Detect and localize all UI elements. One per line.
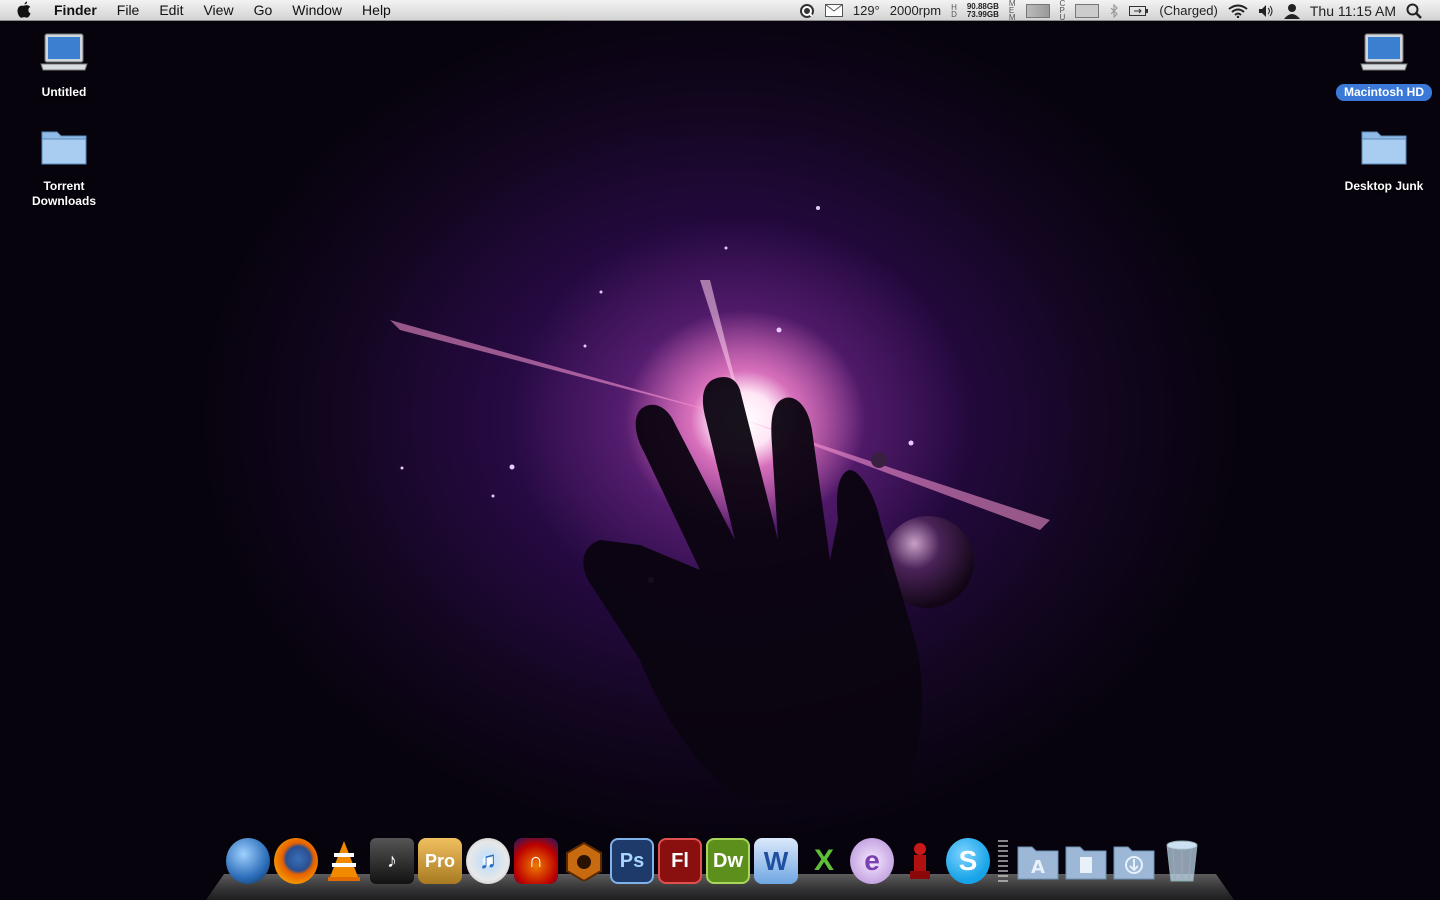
desktop-icon-label: Torrent Downloads xyxy=(31,179,96,208)
apple-icon[interactable] xyxy=(16,1,38,19)
mem-icon[interactable]: MEM xyxy=(1009,0,1016,22)
battery-icon[interactable] xyxy=(1129,5,1149,17)
spotlight-icon[interactable] xyxy=(1406,3,1422,19)
dock-app-label: Dw xyxy=(713,849,743,872)
dock-stack-applications[interactable]: A xyxy=(1016,838,1060,884)
dock-separator xyxy=(998,840,1008,884)
documents-folder-icon xyxy=(1065,846,1107,880)
menubar-clock[interactable]: Thu 11:15 AM xyxy=(1310,3,1396,19)
reason-icon xyxy=(566,841,602,881)
headphones-icon: ∩ xyxy=(528,849,544,872)
desktop-icon-label: Untitled xyxy=(41,85,87,99)
trash-icon xyxy=(1166,840,1198,882)
fan-speed[interactable]: 2000rpm xyxy=(890,3,941,18)
dock-app-firefox[interactable] xyxy=(274,838,318,884)
light-rays xyxy=(390,280,1050,530)
quicksilver-icon[interactable] xyxy=(799,3,815,19)
dock-app-dreamweaver[interactable]: Dw xyxy=(706,838,750,884)
dock-app-label: Fl xyxy=(671,849,689,872)
dock-app-pro[interactable]: Pro xyxy=(418,838,462,884)
dock-app-label: W xyxy=(763,845,789,876)
dock-app-excel[interactable]: X xyxy=(802,838,846,884)
stars xyxy=(400,206,914,583)
dock-trash[interactable] xyxy=(1160,838,1204,884)
dock-app-vlc[interactable] xyxy=(322,838,366,884)
music-note-icon: ♪ xyxy=(387,849,397,872)
dock-app-label: Pro xyxy=(424,850,455,871)
dock-app-skype[interactable]: S xyxy=(946,838,990,884)
desktop-icon-torrent-downloads[interactable]: Torrent Downloads xyxy=(14,126,114,210)
planet xyxy=(882,516,974,608)
dock-app-label: S xyxy=(958,845,978,876)
itunes-icon: ♫ xyxy=(479,847,497,874)
laptop-drive-icon xyxy=(39,32,89,80)
menu-bar: Finder File Edit View Go Window Help 129… xyxy=(0,0,1440,22)
folder-icon xyxy=(1359,126,1409,174)
menu-file[interactable]: File xyxy=(107,0,150,21)
dock-app-itunes[interactable]: ♫ xyxy=(466,838,510,884)
svg-text:A: A xyxy=(1031,857,1045,878)
disk-usage[interactable]: 90.88GB 73.99GB xyxy=(966,2,999,19)
desktop-icon-macintosh-hd[interactable]: Macintosh HD xyxy=(1334,32,1434,101)
menu-help[interactable]: Help xyxy=(352,0,401,21)
disk-free: 73.99GB xyxy=(966,9,999,19)
dock-stack-documents[interactable] xyxy=(1064,838,1108,884)
moon xyxy=(871,452,887,468)
dock: ♪ Pro ♫ ∩ Ps Fl Dw W X e S A xyxy=(206,838,1234,900)
mail-icon[interactable] xyxy=(824,4,843,17)
menu-edit[interactable]: Edit xyxy=(149,0,193,21)
dock-app-flash[interactable]: Fl xyxy=(658,838,702,884)
menu-window[interactable]: Window xyxy=(282,0,352,21)
dock-app-chess[interactable] xyxy=(898,838,942,884)
dock-app-reason[interactable] xyxy=(562,838,606,884)
user-icon[interactable] xyxy=(1283,3,1300,19)
dock-app-audacity[interactable]: ∩ xyxy=(514,838,558,884)
laptop-drive-icon xyxy=(1359,32,1409,80)
applications-folder-icon: A xyxy=(1017,846,1059,880)
desktop-icon-desktop-junk[interactable]: Desktop Junk xyxy=(1334,126,1434,195)
app-menu-finder[interactable]: Finder xyxy=(50,0,107,21)
bluetooth-icon[interactable] xyxy=(1109,3,1119,18)
folder-icon xyxy=(39,126,89,174)
dock-app-label: Ps xyxy=(619,849,645,872)
desktop-icon-label: Macintosh HD xyxy=(1335,84,1432,101)
dock-app-photoshop[interactable]: Ps xyxy=(610,838,654,884)
disk-icon[interactable]: HD xyxy=(951,3,957,18)
cpu-temperature[interactable]: 129° xyxy=(853,3,880,18)
dock-app-itunes-widget[interactable]: ♪ xyxy=(370,838,414,884)
dock-app-word[interactable]: W xyxy=(754,838,798,884)
dock-app-label: e xyxy=(864,845,880,876)
downloads-folder-icon xyxy=(1113,846,1155,880)
volume-icon[interactable] xyxy=(1258,4,1274,18)
dock-stack-downloads[interactable] xyxy=(1112,838,1156,884)
desktop-icon-untitled[interactable]: Untitled xyxy=(14,32,114,101)
chess-icon xyxy=(910,843,930,879)
cpu-meter[interactable] xyxy=(1075,3,1100,18)
wallpaper xyxy=(390,206,1050,800)
dock-app-entourage[interactable]: e xyxy=(850,838,894,884)
dock-app-finder-sphere[interactable] xyxy=(226,838,270,884)
cpu-icon[interactable]: CPU xyxy=(1060,0,1066,22)
wifi-icon[interactable] xyxy=(1228,4,1248,18)
vlc-icon xyxy=(328,841,360,881)
memory-meter[interactable] xyxy=(1025,3,1050,18)
dock-app-label: X xyxy=(813,844,834,877)
hand-silhouette xyxy=(583,377,923,800)
desktop-icon-label: Desktop Junk xyxy=(1344,179,1424,193)
battery-status[interactable]: (Charged) xyxy=(1159,3,1218,18)
menu-go[interactable]: Go xyxy=(244,0,283,21)
menu-view[interactable]: View xyxy=(193,0,243,21)
